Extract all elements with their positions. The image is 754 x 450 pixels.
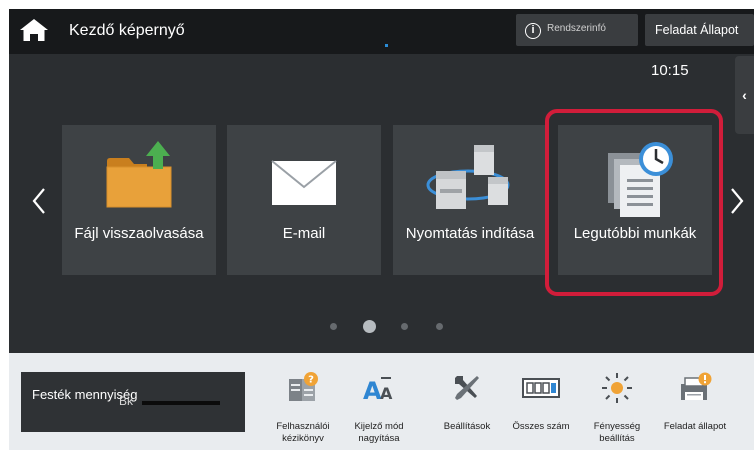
- shortcut-brightness[interactable]: Fényesség beállítás: [581, 363, 653, 449]
- toner-level-panel: Festék mennyiség Bk: [21, 372, 245, 432]
- info-icon: i: [525, 23, 541, 39]
- screen-title: Kezdő képernyő: [69, 22, 185, 39]
- home-button[interactable]: [17, 17, 51, 47]
- home-icon: [19, 17, 49, 48]
- chevron-right-icon: [731, 188, 744, 214]
- page-indicator-dot[interactable]: [436, 323, 443, 330]
- touch-panel-screen: Kezdő képernyő i Rendszerinfó Feladat Ál…: [9, 9, 754, 450]
- selection-highlight: [545, 109, 723, 296]
- tile-file-retrieve[interactable]: Fájl visszaolvasása: [62, 125, 216, 275]
- tools-icon: [431, 369, 503, 407]
- shortcut-display-zoom[interactable]: A A Kijelző mód nagyítása: [343, 363, 415, 449]
- tile-label: Nyomtatás indítása: [405, 225, 535, 242]
- shortcut-label: Beállítások: [443, 421, 491, 432]
- counter-icon: [505, 369, 577, 407]
- system-info-label: Rendszerinfó: [547, 23, 606, 34]
- previous-page-arrow[interactable]: [29, 181, 49, 221]
- top-bar: Kezdő képernyő i Rendszerinfó Feladat Ál…: [9, 9, 754, 54]
- job-status-button[interactable]: Feladat Állapot: [645, 14, 754, 46]
- shortcut-label: Kijelző mód nagyítása: [354, 421, 404, 444]
- font-enlarge-icon: A A: [343, 369, 415, 407]
- shortcut-total-count[interactable]: Összes szám: [505, 363, 577, 449]
- page-indicator-dot[interactable]: [401, 323, 408, 330]
- bottom-shortcut-bar: Festék mennyiség Bk ? Felhasználói kézik…: [9, 353, 754, 450]
- shortcut-label: Feladat állapot: [663, 421, 727, 432]
- page-indicator-dot[interactable]: [330, 323, 337, 330]
- job-status-printer-icon: [659, 369, 731, 407]
- side-panel-tab[interactable]: ‹: [735, 56, 754, 134]
- shortcut-job-status[interactable]: Feladat állapot: [659, 363, 731, 449]
- shortcut-settings[interactable]: Beállítások: [431, 363, 503, 449]
- page-indicator-dot-active[interactable]: [363, 320, 376, 333]
- chevron-left-icon: [32, 188, 45, 214]
- tile-label: Fájl visszaolvasása: [74, 225, 204, 242]
- chevron-left-icon: ‹: [742, 87, 747, 103]
- clock: 10:15: [651, 62, 689, 79]
- manual-book-icon: ?: [267, 369, 339, 407]
- svg-text:?: ?: [308, 375, 314, 386]
- folder-upload-icon: [62, 139, 216, 219]
- shortcut-label: Fényesség beállítás: [593, 421, 641, 444]
- svg-text:A: A: [380, 384, 393, 403]
- title-marker: [385, 44, 388, 47]
- tile-label: E-mail: [282, 225, 326, 242]
- shortcut-label: Felhasználói kézikönyv: [276, 421, 330, 444]
- shortcut-user-manual[interactable]: ? Felhasználói kézikönyv: [267, 363, 339, 449]
- toner-level-bar: [142, 401, 220, 405]
- envelope-icon: [227, 139, 381, 219]
- system-info-button[interactable]: i Rendszerinfó: [516, 14, 638, 46]
- network-printers-icon: [393, 139, 547, 219]
- tile-print-release[interactable]: Nyomtatás indítása: [393, 125, 547, 275]
- toner-color-label: Bk: [119, 394, 134, 408]
- shortcut-label: Összes szám: [512, 421, 570, 432]
- brightness-icon: [581, 369, 653, 407]
- tile-email[interactable]: E-mail: [227, 125, 381, 275]
- next-page-arrow[interactable]: [727, 181, 747, 221]
